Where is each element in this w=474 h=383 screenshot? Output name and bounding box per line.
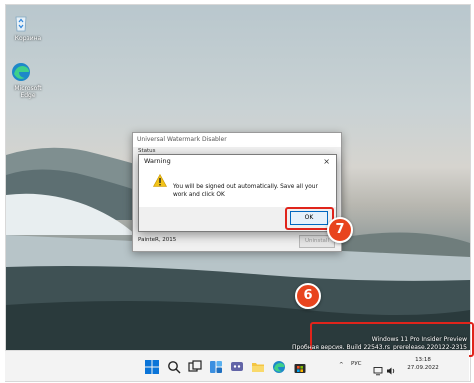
close-button[interactable]: × <box>323 155 330 168</box>
dialog-titlebar: Warning × <box>139 155 336 168</box>
store-icon[interactable] <box>293 359 307 373</box>
desktop-icon-recycle-bin[interactable]: Корзина <box>10 11 46 42</box>
search-icon[interactable] <box>167 359 181 374</box>
dialog-message: You will be signed out automatically. Sa… <box>173 184 318 198</box>
taskbar: ^ РУС 13:18 27.09.2022 <box>5 350 469 381</box>
desktop-icon-edge[interactable]: Microsoft Edge <box>10 61 46 99</box>
windows-start-icon[interactable] <box>145 359 159 374</box>
edge-icon[interactable] <box>272 359 286 373</box>
clock[interactable]: 13:18 27.09.2022 <box>403 356 443 372</box>
desktop-icon-label: Корзина <box>14 35 42 42</box>
author-label: PainteR, 2015 <box>138 237 177 243</box>
network-icon[interactable] <box>373 361 383 376</box>
file-explorer-icon[interactable] <box>251 359 265 373</box>
tray-overflow-chevron[interactable]: ^ <box>339 362 344 368</box>
step-6-badge: 6 <box>295 283 321 309</box>
widgets-icon[interactable] <box>209 359 223 373</box>
desktop-icon-label: Microsoft Edge <box>14 85 42 99</box>
dialog-title: Warning <box>144 157 171 165</box>
step-7-badge: 7 <box>327 217 353 243</box>
recycle-bin-icon <box>15 11 39 33</box>
task-view-icon[interactable] <box>188 359 202 373</box>
language-indicator[interactable]: РУС <box>351 361 362 367</box>
window-title: Universal Watermark Disabler <box>133 133 341 147</box>
clock-time: 13:18 <box>415 357 431 363</box>
volume-icon[interactable] <box>386 361 396 375</box>
clock-date: 27.09.2022 <box>407 365 439 371</box>
watermark-line-1: Windows 11 Pro Insider Preview <box>371 336 467 343</box>
warning-icon <box>152 172 168 191</box>
edge-icon <box>12 61 39 83</box>
chat-icon[interactable] <box>230 359 244 373</box>
